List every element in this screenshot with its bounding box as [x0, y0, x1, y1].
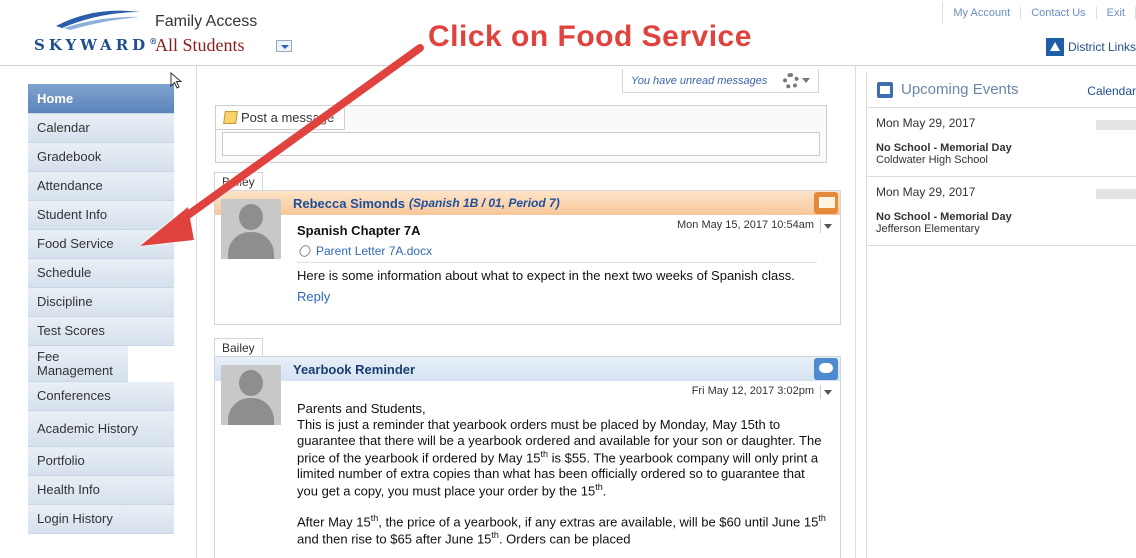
attachment-link[interactable]: Parent Letter 7A.docx [316, 244, 432, 259]
chevron-down-icon[interactable] [802, 78, 811, 83]
post-message-box: Post a message [215, 105, 827, 163]
book-icon [814, 192, 838, 214]
message-body: Mon May 15, 2017 10:54am Spanish Chapter… [215, 215, 840, 311]
post-message-label: Post a message [241, 110, 335, 125]
app-title: Family Access [155, 13, 258, 30]
upcoming-events-title: Upcoming Events [901, 81, 1019, 98]
mouse-cursor-icon [170, 72, 183, 89]
message-card: Yearbook Reminder Fri May 12, 2017 3:02p… [214, 356, 841, 558]
event-school: Jefferson Elementary [876, 223, 980, 235]
student-selector[interactable]: All Students [155, 35, 245, 56]
upcoming-events-panel: Upcoming Events Calendar Mon May 29, 201… [866, 72, 1136, 558]
message-attachment[interactable]: Parent Letter 7A.docx [297, 243, 817, 264]
unread-messages-bar[interactable]: You have unread messages [622, 69, 820, 93]
sidebar-item-home[interactable]: Home [28, 84, 174, 114]
contact-us-link[interactable]: Contact Us [1021, 7, 1097, 19]
message-date: Fri May 12, 2017 3:02pm [691, 385, 814, 398]
gear-icon[interactable] [783, 72, 800, 89]
district-links-label: District Links [1067, 40, 1136, 54]
calendar-link[interactable]: Calendar [1087, 84, 1136, 98]
logo-swoosh-icon [56, 10, 140, 30]
pencil-icon [223, 111, 238, 124]
top-links: My Account Contact Us Exit [942, 2, 1136, 24]
paperclip-icon [297, 243, 313, 259]
sidebar-item-food-service[interactable]: Food Service [28, 230, 174, 259]
message-header: Yearbook Reminder [215, 357, 840, 381]
message-date-row: Fri May 12, 2017 3:02pm [692, 385, 834, 399]
sidebar-item-fee-management[interactable]: Fee Management [28, 346, 128, 382]
annotation-callout: Click on Food Service [428, 20, 752, 53]
event-name: No School - Memorial Day [876, 142, 1012, 154]
sidebar-item-calendar[interactable]: Calendar [28, 114, 174, 143]
event-item[interactable]: Mon May 29, 2017 No School - Memorial Da… [867, 108, 1136, 177]
sidebar-item-portfolio[interactable]: Portfolio [28, 447, 174, 476]
message-student-tab[interactable]: Bailey [214, 172, 263, 190]
message-greeting: Parents and Students, [297, 401, 426, 416]
upcoming-events-header: Upcoming Events Calendar [867, 72, 1136, 108]
post-message-input[interactable] [222, 132, 820, 156]
message-options-chevron-icon[interactable] [820, 219, 834, 233]
sidebar-item-attendance[interactable]: Attendance [28, 172, 174, 201]
reply-link[interactable]: Reply [297, 289, 330, 305]
message-date: Mon May 15, 2017 10:54am [677, 219, 814, 232]
sidebar-nav: Home Calendar Gradebook Attendance Stude… [28, 84, 174, 534]
message-paragraph: After May 15th, the price of a yearbook,… [297, 512, 826, 547]
event-placeholder [1096, 120, 1136, 130]
student-dropdown-icon[interactable] [276, 40, 292, 52]
post-message-tab[interactable]: Post a message [216, 106, 346, 130]
skyward-logo[interactable]: SKYWARD® [34, 8, 157, 56]
message-text: Here is some information about what to e… [297, 268, 795, 284]
district-links[interactable]: District Links [1045, 38, 1136, 56]
message-options-chevron-icon[interactable] [820, 385, 834, 399]
calendar-icon [877, 81, 893, 98]
district-links-icon [1045, 38, 1064, 56]
event-name: No School - Memorial Day [876, 211, 1012, 223]
message-center: You have unread messages Post a message … [196, 66, 856, 558]
sidebar-item-login-history[interactable]: Login History [28, 505, 174, 534]
my-account-link[interactable]: My Account [943, 7, 1022, 19]
sidebar-item-schedule[interactable]: Schedule [28, 259, 174, 288]
event-placeholder [1096, 189, 1136, 199]
message-body: Fri May 12, 2017 3:02pm Parents and Stud… [215, 381, 840, 553]
event-school: Coldwater High School [876, 154, 988, 166]
message-paragraph: This is just a reminder that yearbook or… [297, 416, 822, 498]
message-sender[interactable]: Rebecca Simonds [293, 196, 405, 211]
sidebar-item-academic-history[interactable]: Academic History [28, 411, 174, 447]
sidebar-item-gradebook[interactable]: Gradebook [28, 143, 174, 172]
chat-bubble-icon [814, 358, 838, 380]
unread-messages-link[interactable]: You have unread messages [631, 75, 767, 87]
logo-wordmark: SKYWARD® [34, 36, 158, 54]
message-card: Rebecca Simonds (Spanish 1B / 01, Period… [214, 190, 841, 325]
sidebar-item-conferences[interactable]: Conferences [28, 382, 174, 411]
exit-link[interactable]: Exit [1097, 7, 1136, 19]
sidebar-item-test-scores[interactable]: Test Scores [28, 317, 174, 346]
sidebar-item-student-info[interactable]: Student Info [28, 201, 174, 230]
event-item[interactable]: Mon May 29, 2017 No School - Memorial Da… [867, 177, 1136, 246]
message-header: Rebecca Simonds (Spanish 1B / 01, Period… [215, 191, 840, 215]
sidebar-item-discipline[interactable]: Discipline [28, 288, 174, 317]
sidebar-item-health-info[interactable]: Health Info [28, 476, 174, 505]
message-text: Parents and Students, This is just a rem… [297, 401, 827, 547]
message-date-row: Mon May 15, 2017 10:54am [677, 219, 834, 233]
message-student-tab[interactable]: Bailey [214, 338, 263, 356]
message-sender[interactable]: Yearbook Reminder [293, 362, 415, 377]
message-course: (Spanish 1B / 01, Period 7) [409, 196, 560, 210]
